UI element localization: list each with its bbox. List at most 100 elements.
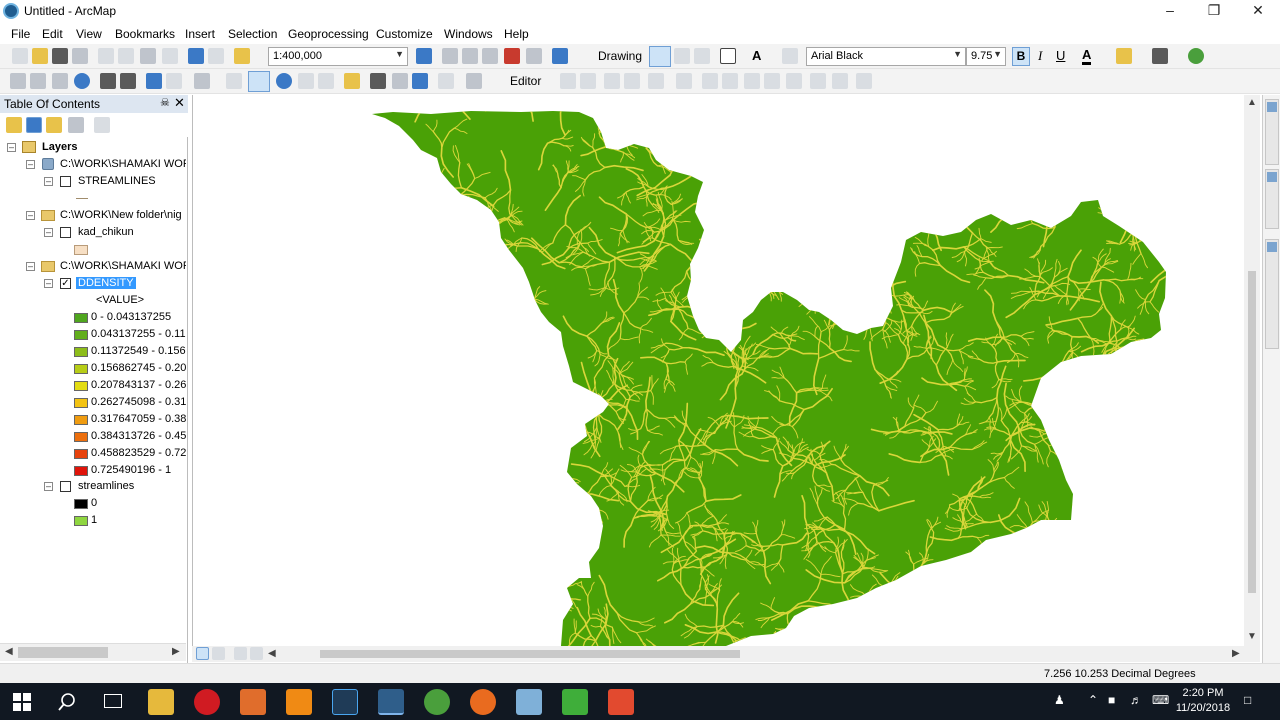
data-view-button[interactable]	[196, 647, 209, 660]
edit-vertices-icon[interactable]	[702, 73, 718, 89]
clock[interactable]: 2:20 PM 11/20/2018	[1170, 686, 1236, 716]
menu-customize[interactable]: Customize	[376, 27, 433, 41]
measure-icon[interactable]	[344, 73, 360, 89]
font-color-button[interactable]: A	[1082, 48, 1092, 65]
collapse-icon[interactable]: –	[26, 262, 35, 271]
menu-insert[interactable]: Insert	[185, 27, 215, 41]
volume-icon[interactable]: ♬	[1130, 693, 1142, 707]
firefox-icon[interactable]	[470, 689, 496, 715]
close-button[interactable]: ✕	[1236, 0, 1280, 22]
arcglobe-icon[interactable]	[424, 689, 450, 715]
find-route-icon[interactable]	[392, 73, 408, 89]
trace-icon[interactable]	[648, 73, 664, 89]
map-horizontal-scrollbar[interactable]: ◀ ▶	[192, 646, 1260, 662]
list-by-source-icon[interactable]	[26, 117, 42, 133]
time-slider-icon[interactable]	[438, 73, 454, 89]
open-folder-icon[interactable]	[32, 48, 48, 64]
attributes-icon[interactable]	[810, 73, 826, 89]
opera-icon[interactable]	[194, 689, 220, 715]
pin-icon[interactable]: ☠	[160, 96, 170, 109]
undo-icon[interactable]	[188, 48, 204, 64]
html-popup-icon[interactable]	[318, 73, 334, 89]
end-point-arc-icon[interactable]	[624, 73, 640, 89]
sketch-properties-icon[interactable]	[832, 73, 848, 89]
close-icon[interactable]: ✕	[174, 95, 185, 111]
create-features-icon[interactable]	[856, 73, 872, 89]
pause-drawing-button[interactable]	[250, 647, 263, 660]
list-by-visibility-icon[interactable]	[46, 117, 62, 133]
collapse-icon[interactable]: –	[44, 228, 53, 237]
bold-button[interactable]: B	[1012, 47, 1030, 66]
print-icon[interactable]	[72, 48, 88, 64]
save-icon[interactable]	[52, 48, 68, 64]
full-extent-icon[interactable]	[74, 73, 90, 89]
cut-icon[interactable]	[98, 48, 114, 64]
drawing-menu[interactable]: Drawing	[598, 49, 642, 63]
toc-window-icon[interactable]	[442, 48, 458, 64]
chevron-up-icon[interactable]: ⌃	[1088, 693, 1098, 707]
refresh-view-button[interactable]	[234, 647, 247, 660]
scroll-up-icon[interactable]: ▲	[1247, 97, 1257, 108]
rotate-icon[interactable]	[674, 48, 690, 64]
ddensity-raster-map[interactable]	[193, 95, 1245, 646]
editor-toolbar-icon[interactable]	[416, 48, 432, 64]
straight-segment-icon[interactable]	[604, 73, 620, 89]
people-icon[interactable]: ♟	[1054, 693, 1065, 707]
scroll-down-icon[interactable]: ▼	[1247, 631, 1257, 642]
callout-icon[interactable]	[782, 48, 798, 64]
menu-help[interactable]: Help	[504, 27, 529, 41]
menu-view[interactable]: View	[76, 27, 102, 41]
model-builder-icon[interactable]	[552, 48, 568, 64]
scroll-right-icon[interactable]: ▶	[172, 646, 180, 657]
collapse-icon[interactable]: –	[44, 279, 53, 288]
photoshop-icon[interactable]	[332, 689, 358, 715]
select-features-icon[interactable]	[194, 73, 210, 89]
map-display[interactable]	[192, 95, 1260, 646]
task-view-icon[interactable]	[104, 694, 122, 708]
layout-view-button[interactable]	[212, 647, 225, 660]
forward-extent-icon[interactable]	[166, 73, 182, 89]
collapse-icon[interactable]: –	[26, 160, 35, 169]
arcmap-taskbar-icon[interactable]	[378, 689, 404, 715]
redo-icon[interactable]	[208, 48, 224, 64]
find-icon[interactable]	[370, 73, 386, 89]
search-tab[interactable]	[1265, 169, 1279, 229]
catalog-tab[interactable]	[1265, 99, 1279, 165]
edit-tool-icon[interactable]	[560, 73, 576, 89]
pan-icon[interactable]	[52, 73, 68, 89]
layer-visibility-checkbox[interactable]	[60, 227, 71, 238]
layer-visibility-checkbox[interactable]	[60, 481, 71, 492]
restore-button[interactable]: ❐	[1192, 0, 1236, 22]
menu-file[interactable]: File	[11, 27, 30, 41]
python-window-icon[interactable]	[526, 48, 542, 64]
camtasia-green-icon[interactable]	[562, 689, 588, 715]
file-explorer-icon[interactable]	[148, 689, 174, 715]
toc-horizontal-scrollbar[interactable]: ◀ ▶	[0, 643, 186, 661]
list-by-drawing-order-icon[interactable]	[6, 117, 22, 133]
collapse-icon[interactable]: –	[44, 177, 53, 186]
paste-icon[interactable]	[140, 48, 156, 64]
italic-button[interactable]: I	[1038, 48, 1042, 64]
line-color-icon[interactable]	[1152, 48, 1168, 64]
options-icon[interactable]	[94, 117, 110, 133]
text-tool-icon[interactable]: A	[752, 48, 761, 63]
scroll-thumb[interactable]	[1248, 271, 1256, 593]
collapse-icon[interactable]: –	[7, 143, 16, 152]
delete-icon[interactable]	[162, 48, 178, 64]
edit-annotation-icon[interactable]	[580, 73, 596, 89]
font-size-combo[interactable]: 9.75 ▼	[966, 47, 1006, 66]
collapse-icon[interactable]: –	[26, 211, 35, 220]
editor-menu[interactable]: Editor	[510, 74, 541, 88]
back-extent-icon[interactable]	[146, 73, 162, 89]
cut-polygons-icon[interactable]	[744, 73, 760, 89]
scroll-left-icon[interactable]: ◀	[268, 648, 276, 659]
identify-icon[interactable]	[276, 73, 292, 89]
catalog-window-icon[interactable]	[462, 48, 478, 64]
underline-button[interactable]: U	[1056, 48, 1065, 63]
fill-color-icon[interactable]	[1116, 48, 1132, 64]
keyboard-icon[interactable]: ⌨	[1152, 693, 1169, 707]
camtasia-red-icon[interactable]	[608, 689, 634, 715]
start-button[interactable]	[13, 693, 31, 711]
menu-selection[interactable]: Selection	[228, 27, 277, 41]
zoom-whole-page-icon[interactable]	[694, 48, 710, 64]
